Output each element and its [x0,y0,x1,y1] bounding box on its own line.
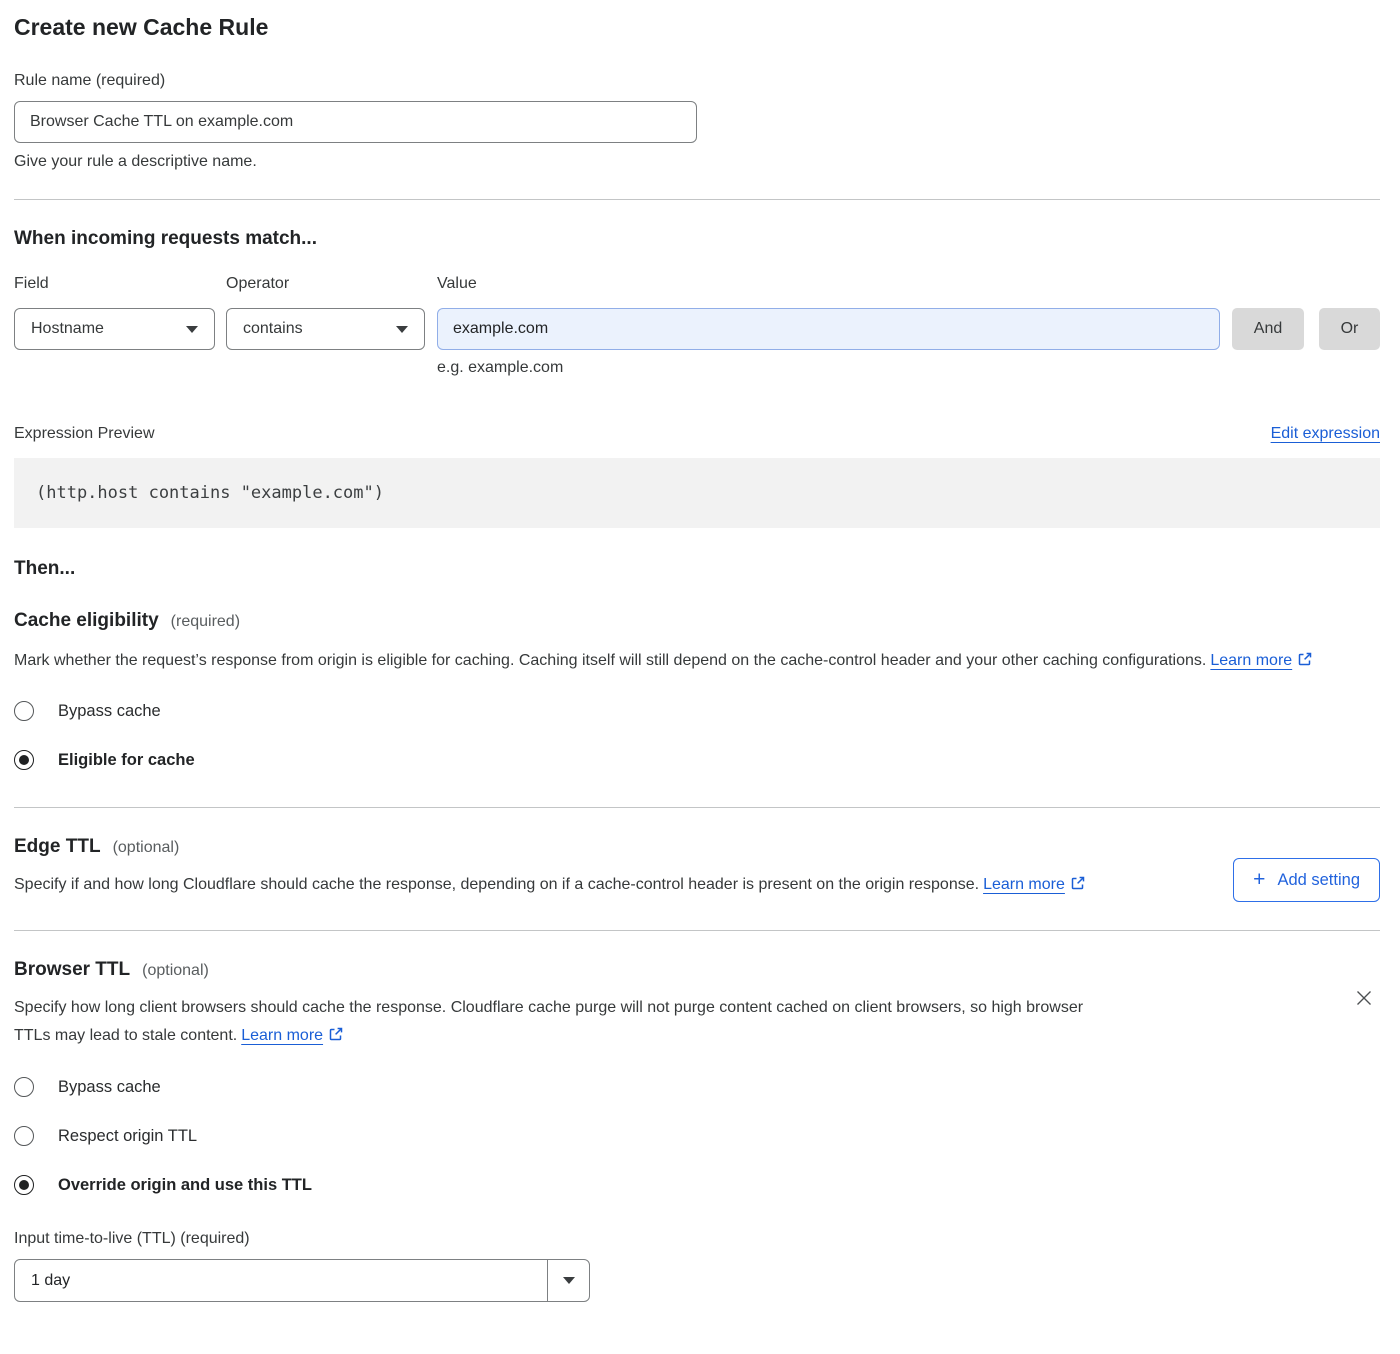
expression-preview-row: Expression Preview Edit expression [14,423,1380,445]
operator-select[interactable]: contains [226,308,425,350]
criteria-row: Hostname contains And Or [14,308,1380,350]
radio-unchecked-icon[interactable] [14,701,34,721]
cache-eligibility-option-eligible[interactable]: Eligible for cache [14,750,1380,770]
cache-eligibility-learn-more-link[interactable]: Learn more [1210,652,1292,669]
radio-unchecked-icon[interactable] [14,1126,34,1146]
external-link-icon [328,1024,344,1052]
edge-ttl-description: Specify if and how long Cloudflare shoul… [14,871,1104,901]
chevron-down-icon [396,326,408,333]
browser-ttl-title: Browser TTL [14,958,130,982]
radio-checked-icon[interactable] [14,750,34,770]
radio-label: Override origin and use this TTL [58,1175,312,1195]
edge-ttl-section: Edge TTL (optional) + Add setting Specif… [14,835,1380,901]
cache-eligibility-heading: Cache eligibility (required) [14,609,1380,633]
rule-name-input[interactable] [14,101,697,143]
ttl-select[interactable]: 1 day [14,1259,590,1302]
divider [14,199,1380,200]
then-heading: Then... [14,557,1380,581]
criteria-labels: Field Operator Value [14,273,1380,295]
plus-icon: + [1253,869,1265,890]
close-icon[interactable] [1352,987,1376,1011]
browser-ttl-option-override[interactable]: Override origin and use this TTL [14,1175,1380,1195]
value-label: Value [437,273,477,295]
cache-eligibility-title: Cache eligibility [14,609,159,633]
edge-ttl-learn-more-link[interactable]: Learn more [983,876,1065,893]
add-setting-label: Add setting [1277,871,1360,890]
add-setting-button[interactable]: + Add setting [1233,858,1380,902]
radio-label: Eligible for cache [58,750,195,770]
page-title: Create new Cache Rule [14,12,1380,42]
browser-ttl-learn-more-link[interactable]: Learn more [241,1027,323,1044]
rule-name-label: Rule name (required) [14,70,1380,92]
caret-glyph [563,1277,575,1284]
field-select-value: Hostname [31,320,104,338]
rule-name-helper: Give your rule a descriptive name. [14,151,1380,173]
edge-ttl-heading: Edge TTL (optional) + Add setting [14,835,1380,859]
browser-ttl-heading: Browser TTL (optional) [14,958,1380,982]
ttl-input-label: Input time-to-live (TTL) (required) [14,1228,1380,1250]
browser-ttl-description-text: Specify how long client browsers should … [14,999,1083,1044]
field-select[interactable]: Hostname [14,308,215,350]
divider [14,930,1380,931]
radio-label: Respect origin TTL [58,1126,197,1146]
and-button[interactable]: And [1232,308,1304,350]
browser-ttl-optional-badge: (optional) [142,962,209,980]
chevron-down-icon [186,326,198,333]
external-link-icon [1070,873,1086,901]
expression-preview-label: Expression Preview [14,423,155,445]
cache-eligibility-option-bypass[interactable]: Bypass cache [14,701,1380,721]
browser-ttl-option-bypass[interactable]: Bypass cache [14,1077,1380,1097]
operator-select-value: contains [243,320,303,338]
expression-code-block: (http.host contains "example.com") [14,458,1380,528]
radio-checked-icon[interactable] [14,1175,34,1195]
edge-ttl-description-text: Specify if and how long Cloudflare shoul… [14,876,979,893]
radio-unchecked-icon[interactable] [14,1077,34,1097]
cache-eligibility-description-text: Mark whether the request’s response from… [14,652,1206,669]
operator-label: Operator [226,273,437,295]
edit-expression-link[interactable]: Edit expression [1271,425,1380,443]
edge-ttl-title: Edge TTL [14,835,101,859]
browser-ttl-section: Browser TTL (optional) Specify how long … [14,958,1380,1302]
browser-ttl-option-respect-origin[interactable]: Respect origin TTL [14,1126,1380,1146]
ttl-select-value: 1 day [15,1260,547,1301]
value-input[interactable] [437,308,1220,350]
radio-label: Bypass cache [58,1077,161,1097]
or-button[interactable]: Or [1319,308,1380,350]
external-link-icon [1297,649,1313,677]
edge-ttl-optional-badge: (optional) [113,839,180,857]
cache-eligibility-description: Mark whether the request’s response from… [14,647,1354,677]
field-label: Field [14,273,226,295]
divider [14,807,1380,808]
radio-label: Bypass cache [58,701,161,721]
value-helper: e.g. example.com [437,357,1380,379]
match-section-heading: When incoming requests match... [14,227,1380,251]
browser-ttl-description: Specify how long client browsers should … [14,994,1104,1052]
cache-eligibility-required-badge: (required) [171,613,240,631]
chevron-down-icon[interactable] [547,1260,589,1301]
